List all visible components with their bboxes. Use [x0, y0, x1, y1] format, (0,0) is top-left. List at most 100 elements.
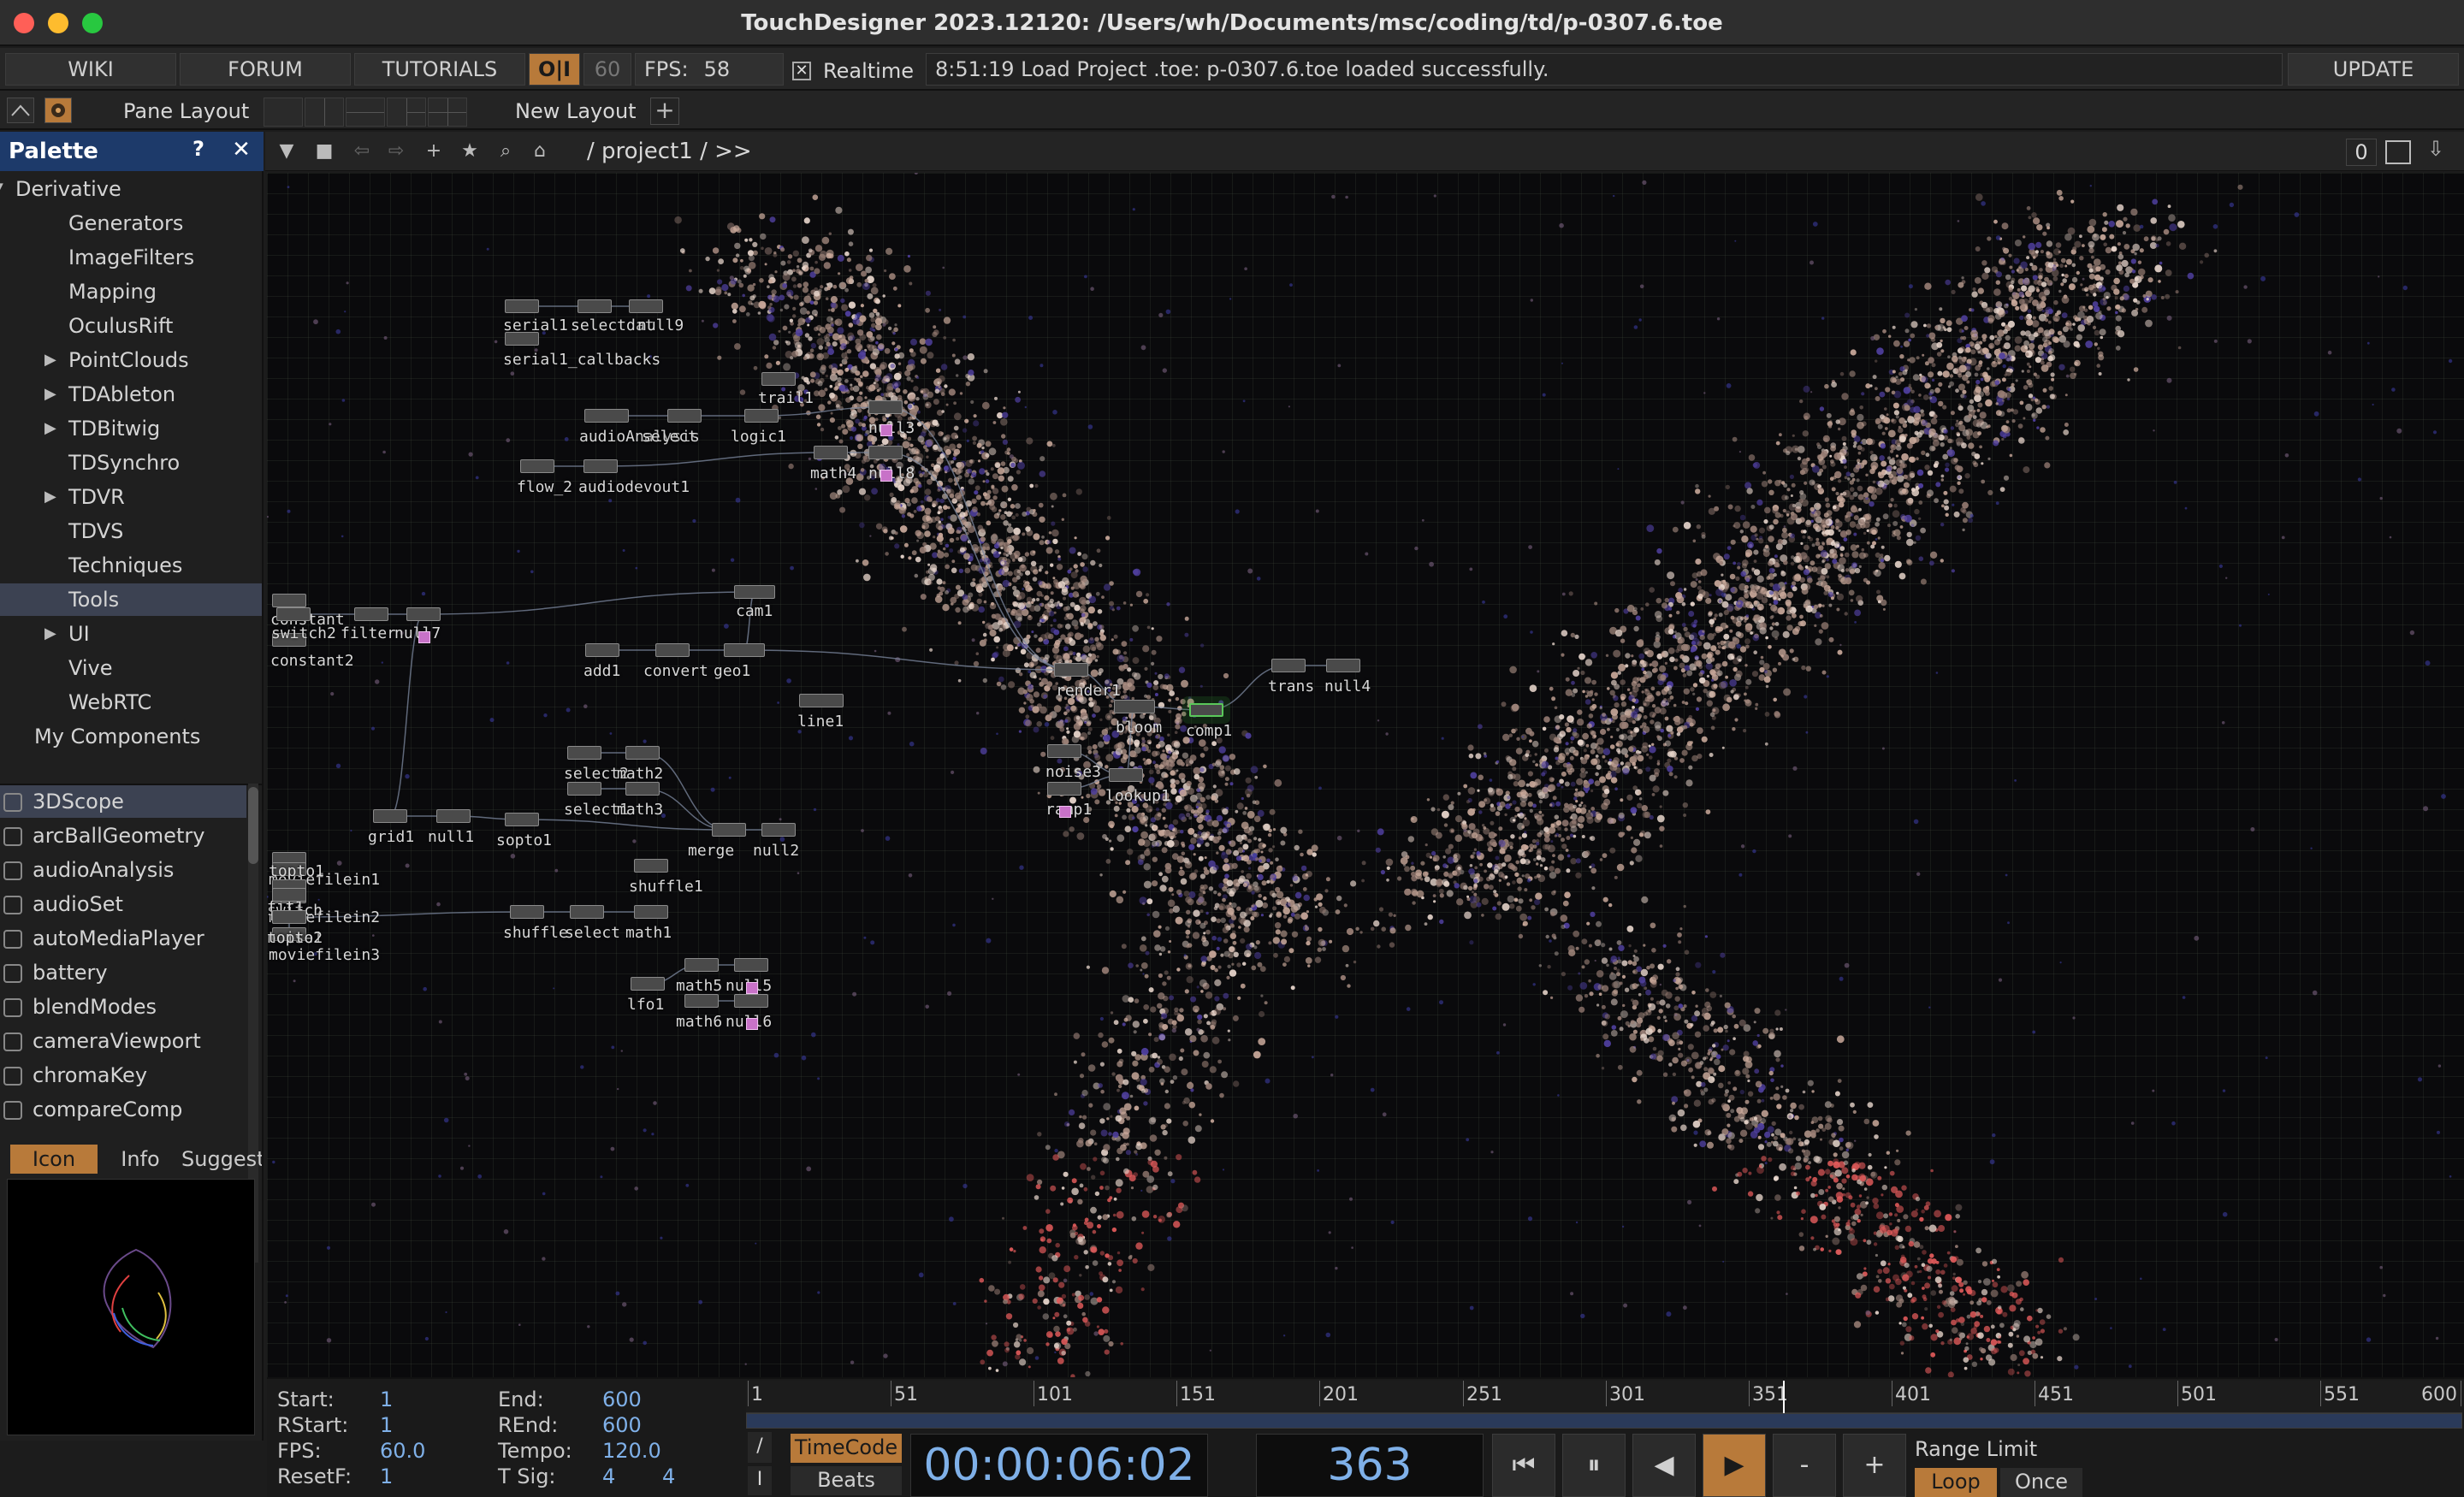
palette-tree-item[interactable]: Tools: [0, 583, 262, 616]
operator-node[interactable]: [1326, 659, 1360, 672]
timecode-display[interactable]: 00:00:06:02: [910, 1434, 1208, 1497]
palette-tree-item[interactable]: Techniques: [0, 549, 262, 582]
operator-node[interactable]: [684, 958, 719, 972]
operator-node[interactable]: [634, 859, 668, 873]
once-button[interactable]: Once: [2000, 1468, 2082, 1497]
palette-tree-item[interactable]: ▶ TDAbleton: [0, 378, 262, 411]
forum-button[interactable]: FORUM: [180, 53, 351, 86]
palette-tree-item[interactable]: Mapping: [0, 275, 262, 308]
operator-node[interactable]: [406, 607, 441, 621]
palette-tree-item[interactable]: WebRTC: [0, 686, 262, 719]
operator-node[interactable]: [667, 409, 702, 423]
operator-node[interactable]: [585, 643, 619, 657]
operator-node[interactable]: [505, 332, 539, 346]
operator-node[interactable]: [1114, 700, 1155, 713]
chevron-right-icon[interactable]: ▶: [44, 481, 62, 513]
fps-setting-value[interactable]: 60.0: [380, 1439, 425, 1463]
add-operator-icon[interactable]: +: [419, 139, 448, 166]
operator-node[interactable]: [354, 607, 388, 621]
operator-node[interactable]: [436, 809, 471, 823]
palette-component-item[interactable]: audioSet: [0, 888, 246, 920]
operator-node[interactable]: [570, 905, 604, 919]
operator-node[interactable]: [578, 299, 612, 313]
update-button[interactable]: UPDATE: [2288, 53, 2459, 86]
layout-four-pane-button[interactable]: [428, 98, 467, 127]
operator-node[interactable]: [1054, 663, 1088, 677]
scrollbar-thumb[interactable]: [248, 787, 258, 864]
timeline-i-button[interactable]: I: [748, 1466, 772, 1495]
operator-node[interactable]: [814, 446, 848, 459]
operator-node[interactable]: [734, 994, 768, 1008]
palette-component-item[interactable]: chromaKey: [0, 1059, 246, 1092]
operator-node[interactable]: [761, 372, 796, 386]
network-path-breadcrumb[interactable]: / project1 / >>: [587, 139, 752, 164]
tab-suggest[interactable]: Suggest: [181, 1145, 262, 1174]
search-icon[interactable]: ⌕: [491, 139, 520, 166]
operator-node[interactable]: [625, 782, 660, 796]
timecode-mode-button[interactable]: TimeCode: [791, 1434, 902, 1463]
operator-viewer-flag[interactable]: [746, 1018, 758, 1030]
operator-node[interactable]: [505, 299, 539, 313]
home-icon[interactable]: ⌂: [525, 139, 554, 166]
operator-node[interactable]: [868, 400, 903, 414]
chevron-right-icon[interactable]: ▶: [44, 412, 62, 445]
timeline-ruler[interactable]: 1 51 101 151 201 251 301 351 401 451 501 551 600: [746, 1381, 2462, 1413]
tutorials-button[interactable]: TUTORIALS: [354, 53, 525, 86]
palette-component-item[interactable]: blendModes: [0, 991, 246, 1023]
operator-node[interactable]: [629, 299, 663, 313]
timeline-slash-button[interactable]: /: [748, 1432, 772, 1463]
palette-tree-item[interactable]: Vive: [0, 652, 262, 684]
beats-mode-button[interactable]: Beats: [791, 1466, 902, 1495]
palette-tree-item[interactable]: ▶ TDVR: [0, 481, 262, 513]
target-fps-field[interactable]: 60: [583, 53, 631, 86]
realtime-checkbox[interactable]: ✕: [792, 62, 811, 80]
tempo-value[interactable]: 120.0: [602, 1439, 661, 1463]
operator-node[interactable]: [634, 905, 668, 919]
pause-button[interactable]: ⏸: [1562, 1434, 1626, 1497]
operator-node[interactable]: [505, 813, 539, 826]
operator-viewer-flag[interactable]: [880, 470, 892, 482]
palette-component-item[interactable]: 3DScope: [0, 785, 246, 818]
operator-node[interactable]: [712, 823, 746, 837]
chevron-right-icon[interactable]: ▶: [44, 618, 62, 650]
operator-viewer-flag[interactable]: [1059, 806, 1071, 818]
layout-single-button[interactable]: [264, 98, 303, 127]
operator-node[interactable]: [1189, 703, 1223, 717]
operator-node[interactable]: [276, 607, 311, 621]
operator-node[interactable]: [510, 905, 544, 919]
forward-arrow-icon[interactable]: ⇨: [382, 139, 411, 166]
palette-component-item[interactable]: autoMediaPlayer: [0, 922, 246, 955]
operator-node[interactable]: [567, 782, 601, 796]
network-zero-button[interactable]: 0: [2346, 139, 2377, 166]
operator-node[interactable]: [1109, 768, 1143, 782]
step-plus-button[interactable]: +: [1843, 1434, 1906, 1497]
play-button[interactable]: ▶: [1703, 1434, 1766, 1497]
rstart-value[interactable]: 1: [380, 1413, 393, 1437]
chevron-down-icon[interactable]: ▼: [272, 139, 301, 166]
palette-component-item[interactable]: cameraViewport: [0, 1025, 246, 1057]
operator-node[interactable]: [272, 594, 306, 607]
add-layout-button[interactable]: +: [650, 98, 679, 125]
operator-node[interactable]: [631, 977, 665, 991]
operator-node[interactable]: [583, 459, 618, 473]
pane-home-icon[interactable]: [44, 98, 72, 123]
palette-tree-item[interactable]: ImageFilters: [0, 241, 262, 274]
bookmark-star-icon[interactable]: ★: [455, 139, 484, 166]
current-frame-display[interactable]: 363: [1256, 1434, 1484, 1497]
operator-node[interactable]: [1271, 659, 1306, 672]
palette-close-button[interactable]: ✕: [226, 137, 257, 166]
operator-node[interactable]: [744, 409, 779, 423]
operator-node[interactable]: [625, 746, 660, 760]
palette-tree-item[interactable]: ▶ PointClouds: [0, 344, 262, 376]
palette-tree-item[interactable]: TDVS: [0, 515, 262, 547]
maximize-pane-icon[interactable]: [2385, 140, 2411, 164]
operator-node[interactable]: [584, 409, 629, 423]
layout-three-pane-button[interactable]: [387, 98, 426, 127]
wiki-button[interactable]: WIKI: [5, 53, 176, 86]
playhead[interactable]: [1783, 1381, 1785, 1413]
loop-button[interactable]: Loop: [1915, 1468, 1997, 1497]
operator-node[interactable]: [1047, 782, 1081, 796]
network-editor-canvas[interactable]: serial1 selectdat null9 serial1_callbacks tr…: [267, 173, 2464, 1377]
tab-icon[interactable]: Icon: [10, 1145, 98, 1174]
palette-tree-item[interactable]: My Components: [0, 720, 262, 753]
